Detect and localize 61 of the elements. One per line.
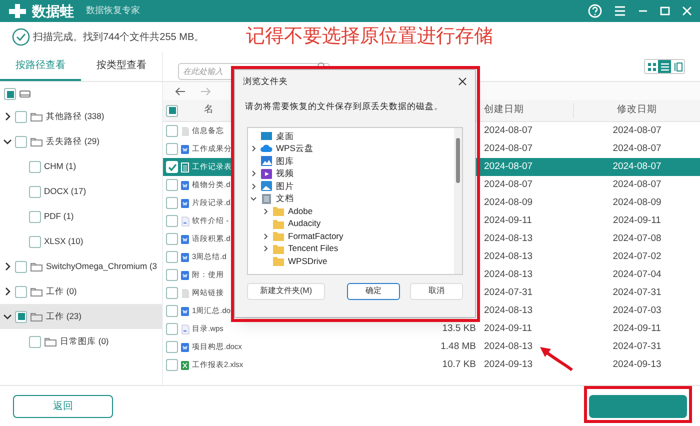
tree-label: DOCX (17) [44, 185, 86, 198]
dialog-message: 请勿将需要恢复的文件保存到原丢失数据的磁盘。 [244, 100, 444, 113]
modified-date: 2024-09-11 [613, 322, 661, 334]
file-size: 1.48 MB [440, 340, 476, 352]
tree-label: SwitchyOmega_Chromium (3 [46, 260, 158, 273]
column-header: 修改日期 [616, 103, 658, 118]
modified-date: 2024-08-09 [612, 196, 662, 208]
scan-status: 扫描完成。找到744个文件共255 MB。 [33, 30, 204, 44]
column-header: 创建日期 [484, 103, 574, 118]
folder-label: 图库 [276, 154, 294, 168]
tree-label: CHM (1) [44, 160, 76, 173]
modified-date: 2024-07-31 [612, 286, 662, 298]
created-date: 2024-08-13 [484, 250, 533, 262]
tree-label: 工作 (0) [46, 285, 77, 298]
app-name: 数据蛙 [32, 2, 74, 20]
modified-date: 2024-08-07 [612, 124, 662, 136]
tree-label: PDF (1) [44, 210, 74, 223]
tree-label: 丢失路径 (29) [46, 135, 100, 148]
created-date: 2024-08-13 [484, 340, 533, 352]
folder-label: WPSDrive [288, 254, 328, 268]
created-date: 2024-08-13 [484, 232, 533, 244]
tree-label: 其他路径 (338) [46, 110, 104, 123]
tree-label: XLSX (10) [44, 235, 84, 248]
modified-date: 2024-07-04 [612, 268, 662, 280]
modified-date: 2024-08-07 [612, 178, 662, 190]
modified-date: 2024-08-07 [612, 142, 662, 154]
folder-label: WPS云盘 [276, 142, 314, 155]
modified-date: 2024-07-31 [612, 340, 662, 352]
file-size: 10.7 KB [442, 358, 476, 370]
folder-label: 桌面 [276, 130, 294, 142]
dialog-title: 浏览文件夹 [243, 74, 288, 88]
folder-label: 视频 [276, 167, 294, 180]
modified-date: 2024-09-13 [612, 358, 662, 370]
tree-label: 日常图库 (0) [60, 335, 109, 348]
created-date: 2024-09-11 [484, 214, 532, 226]
app-subtitle: 数据恢复专家 [86, 4, 140, 18]
created-date: 2024-08-09 [484, 196, 533, 208]
created-date: 2024-08-13 [484, 268, 533, 280]
folder-label: 图片 [276, 180, 294, 192]
folder-label: 文档 [276, 192, 294, 205]
created-date: 2024-08-07 [484, 160, 533, 172]
created-date: 2024-08-07 [484, 124, 533, 136]
tree-label: 工作 (23) [46, 310, 82, 323]
created-date: 2024-07-31 [484, 286, 533, 298]
folder-label: Adobe [288, 204, 313, 218]
folder-label: FormatFactory [288, 230, 344, 242]
modified-date: 2024-09-11 [613, 214, 661, 226]
modified-date: 2024-07-02 [612, 250, 662, 262]
annotation-text: 记得不要选择原位置进行存储 [246, 24, 494, 49]
folder-label: Audacity [288, 217, 321, 230]
folder-label: Tencent Files [288, 242, 338, 255]
modified-date: 2024-08-07 [612, 160, 662, 172]
modified-date: 2024-07-08 [612, 232, 662, 244]
created-date: 2024-08-07 [484, 178, 533, 190]
created-date: 2024-09-11 [484, 322, 532, 334]
modified-date: 2024-07-03 [612, 304, 662, 316]
created-date: 2024-08-07 [484, 142, 533, 154]
column-header: 名 [204, 103, 214, 118]
file-size: 13.5 KB [442, 322, 476, 334]
created-date: 2024-09-13 [484, 358, 533, 370]
created-date: 2024-08-13 [484, 304, 533, 316]
